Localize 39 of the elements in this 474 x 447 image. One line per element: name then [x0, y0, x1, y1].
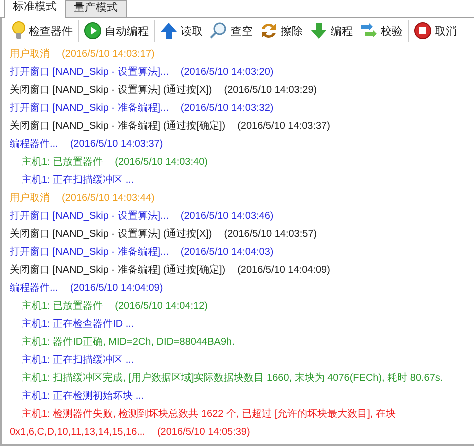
log-entry: 打开窗口 [NAND_Skip - 设置算法]... (2016/5/10 14:03:20)	[10, 66, 275, 80]
down-arrow-icon	[310, 22, 328, 40]
log-entry: 关闭窗口 [NAND_Skip - 准备编程] (通过按[确定]) (2016/5/10 14:04:09)	[10, 264, 332, 278]
log-entry: 主机1: 检测器件失败, 检测到坏块总数共 1622 个, 已超过 [允许的坏块最大数目], 在块 0x1,6,C,D,10,11,13,14,15,16... (2016/5/10 14:05:39)	[10, 408, 397, 440]
log-entry: 主机1: 正在扫描缓冲区 ...	[21, 174, 136, 188]
log-entry: 编程器件... (2016/5/10 14:04:09)	[10, 282, 164, 296]
log-entry: 关闭窗口 [NAND_Skip - 准备编程] (通过按[确定]) (2016/5/10 14:03:37)	[10, 120, 332, 134]
log-entry: 主机1: 已放置器件 (2016/5/10 14:04:12)	[21, 300, 209, 314]
arrows-icon	[360, 22, 378, 40]
light-bulb-icon	[12, 21, 26, 41]
log-entry: 主机1: 扫描缓冲区完成, [用户数据区域]实际数据块数目 1660, 末块为 4076(FECh), 耗时 80.67s.	[21, 372, 444, 386]
toolbar-button[interactable]: 取消	[408, 20, 459, 42]
log-entry: 主机1: 正在扫描缓冲区 ...	[21, 354, 136, 368]
toolbar-button[interactable]: 读取	[154, 20, 205, 42]
stop-icon	[414, 22, 432, 40]
toolbar-button[interactable]: 查空	[208, 20, 255, 42]
up-arrow-icon	[160, 22, 178, 40]
toolbar-button[interactable]: 校验	[358, 20, 405, 42]
log-entry: 主机1: 正在检查器件ID ...	[21, 318, 136, 332]
log-entry: 打开窗口 [NAND_Skip - 设置算法]... (2016/5/10 14:03:46)	[10, 210, 275, 224]
toolbar-button[interactable]: 检查器件	[10, 19, 75, 43]
toolbar-button[interactable]: 自动编程	[78, 20, 151, 42]
log-entry: 主机1: 正在检测初始坏块 ...	[21, 390, 146, 404]
tab[interactable]: 量产模式	[65, 0, 127, 17]
log-entry: 关闭窗口 [NAND_Skip - 设置算法] (通过按[X]) (2016/5/10 14:03:29)	[10, 84, 318, 98]
play-icon	[84, 22, 102, 40]
tab[interactable]: 标准模式	[4, 0, 66, 18]
log-entry: 打开窗口 [NAND_Skip - 准备编程]... (2016/5/10 14:04:03)	[10, 246, 275, 260]
log-entry: 打开窗口 [NAND_Skip - 准备编程]... (2016/5/10 14:03:32)	[10, 102, 275, 116]
log-entry: 主机1: 器件ID正确, MID=2Ch, DID=88044BA9h.	[21, 336, 236, 350]
log-entry: 编程器件... (2016/5/10 14:03:37)	[10, 138, 164, 152]
search-icon	[210, 22, 228, 40]
toolbar-button[interactable]: 编程	[308, 20, 355, 42]
toolbar-button[interactable]: 擦除	[258, 20, 305, 42]
log-entry: 用户取消 (2016/5/10 14:03:17)	[10, 48, 156, 62]
swap-arrows-icon	[260, 22, 278, 40]
log-entry: 主机1: 已放置器件 (2016/5/10 14:03:40)	[21, 156, 209, 170]
log-entry: 用户取消 (2016/5/10 14:03:44)	[10, 192, 156, 206]
log-entry: 关闭窗口 [NAND_Skip - 设置算法] (通过按[X]) (2016/5/10 14:03:57)	[10, 228, 318, 242]
